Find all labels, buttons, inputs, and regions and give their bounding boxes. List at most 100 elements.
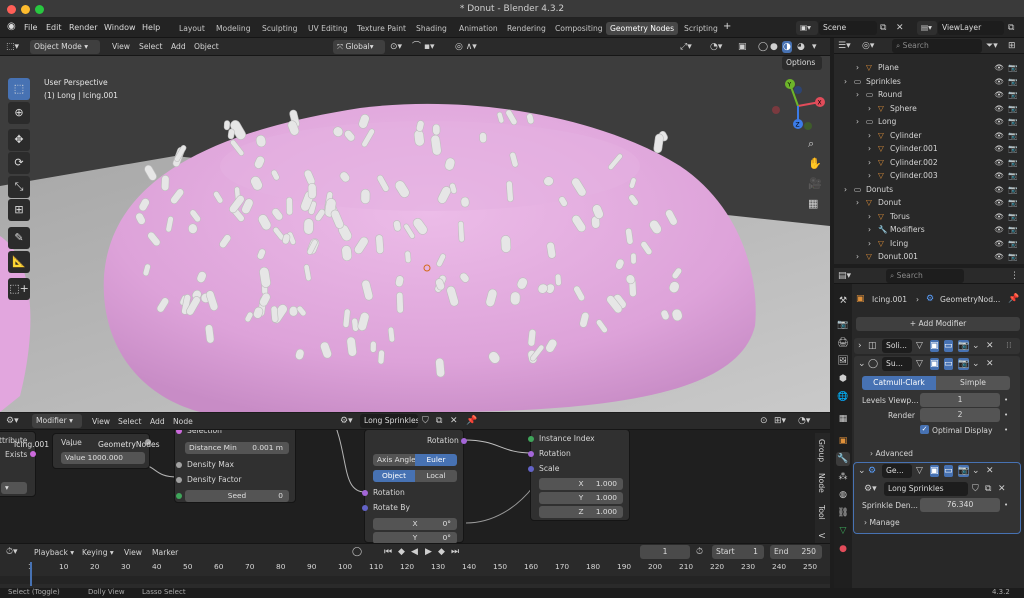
tool-tab-icon[interactable]: ⚒ bbox=[836, 294, 850, 308]
render-camera-icon[interactable]: 📷 bbox=[1008, 250, 1017, 264]
gn-realtime-icon[interactable]: ▭ bbox=[944, 465, 953, 477]
sidebar-tab-view[interactable]: V bbox=[817, 533, 826, 538]
subsurf-modifier-panel[interactable]: ⌄ ◯ Su... ▽ ▣ ▭ 📷 ⌄ ✕ Catmull-Clark Simp… bbox=[854, 356, 1020, 468]
duplicate-tree-icon[interactable]: ⧉ bbox=[436, 415, 442, 427]
scene-name-field[interactable]: Scene bbox=[819, 21, 877, 35]
constraints-tab-icon[interactable]: ⛓ bbox=[836, 506, 850, 520]
timeline-menu-marker[interactable]: Marker bbox=[152, 548, 178, 557]
display-mode-icon[interactable]: ◎▾ bbox=[862, 40, 874, 52]
snap-options-icon[interactable]: ⊞▾ bbox=[774, 415, 786, 427]
gn-menu-icon[interactable]: ⌄ bbox=[972, 465, 980, 477]
menu-render[interactable]: Render bbox=[69, 23, 97, 32]
editor-type-properties-icon[interactable]: ▤▾ bbox=[838, 270, 851, 282]
expand-arrow-icon[interactable]: › bbox=[858, 340, 862, 352]
sidebar-tab-tool[interactable]: Tool bbox=[817, 505, 826, 520]
view-layer-field[interactable]: ViewLayer bbox=[938, 21, 1004, 35]
scale-x-field[interactable]: X 1.000 bbox=[539, 478, 623, 490]
render-levels-field[interactable]: 2 bbox=[920, 408, 1000, 422]
modifier-tab-icon[interactable]: 🔧 bbox=[836, 452, 850, 466]
add-cube-tool[interactable]: ⬚+ bbox=[8, 278, 30, 300]
gn-render-icon[interactable]: 📷 bbox=[958, 465, 970, 477]
menu-file[interactable]: File bbox=[24, 23, 37, 32]
duplicate-view-layer-icon[interactable]: ⧉ bbox=[1008, 22, 1014, 34]
editor-type-timeline-icon[interactable]: ⏱▾ bbox=[6, 546, 18, 558]
auto-keying-icon[interactable]: ◯ bbox=[352, 546, 362, 558]
node-menu-add[interactable]: Add bbox=[150, 417, 165, 426]
tab-rendering[interactable]: Rendering bbox=[503, 22, 550, 35]
outliner-row[interactable]: › ▽ Donut.001 👁 📷 bbox=[834, 247, 1024, 261]
camera-view-icon[interactable]: 🎥 bbox=[808, 178, 822, 190]
particles-tab-icon[interactable]: ⁂ bbox=[836, 470, 850, 484]
timeline-menu-keying[interactable]: Keying ▾ bbox=[82, 548, 114, 557]
view-layer-selector-icon[interactable]: ▤▾ bbox=[917, 21, 937, 35]
snap-icon[interactable]: ⌒ ▪▾ bbox=[412, 41, 434, 53]
node-tree-type-icon[interactable]: ⚙▾ bbox=[340, 415, 353, 427]
properties-search-input[interactable]: ⌕ Search bbox=[886, 269, 964, 283]
pin-icon[interactable]: 📌 bbox=[466, 415, 477, 427]
new-collection-icon[interactable]: ⊞ bbox=[1008, 40, 1016, 52]
rotate-rotation-node[interactable]: Rotation Axis Angle Euler Object Local R… bbox=[362, 429, 467, 543]
viewport-menu-add[interactable]: Add bbox=[171, 42, 186, 51]
subsurf-realtime-icon[interactable]: ▭ bbox=[944, 358, 953, 370]
tab-compositing[interactable]: Compositing bbox=[551, 22, 607, 35]
editor-type-3d-icon[interactable]: ⬚▾ bbox=[6, 41, 19, 53]
shading-material-icon[interactable]: ◑ bbox=[782, 41, 792, 53]
zoom-view-icon[interactable]: ⌕ bbox=[808, 138, 814, 150]
breadcrumb-modifier[interactable]: GeometryNodes bbox=[98, 440, 160, 449]
measure-tool[interactable]: 📐 bbox=[8, 251, 30, 273]
sidebar-tab-node[interactable]: Node bbox=[817, 473, 826, 493]
tab-layout[interactable]: Layout bbox=[175, 22, 209, 35]
minimize-window-button[interactable] bbox=[21, 5, 30, 14]
navigation-gizmo[interactable]: X Y Z bbox=[768, 76, 828, 136]
scene-tab-icon[interactable]: ⬢ bbox=[836, 372, 850, 386]
unlink-tree-icon[interactable]: ✕ bbox=[450, 415, 458, 427]
gn-editmode-icon[interactable]: ▣ bbox=[930, 465, 939, 477]
play-reverse-icon[interactable]: ◀ bbox=[411, 546, 418, 558]
instance-scale-socket[interactable] bbox=[528, 466, 534, 472]
node-overlays-icon[interactable]: ◔▾ bbox=[798, 415, 810, 427]
rotate-x-field[interactable]: X 0° bbox=[373, 518, 457, 530]
move-tool[interactable]: ✥ bbox=[8, 129, 30, 151]
proportional-edit-icon[interactable]: ◎ ∧▾ bbox=[455, 41, 477, 53]
tab-sculpting[interactable]: Sculpting bbox=[258, 22, 301, 35]
overlays-icon[interactable]: ◔▾ bbox=[710, 41, 722, 53]
subsurf-menu-icon[interactable]: ⌄ bbox=[972, 358, 980, 370]
snap-nodes-icon[interactable]: ⊙ bbox=[760, 415, 768, 427]
menu-window[interactable]: Window bbox=[104, 23, 136, 32]
add-modifier-button[interactable]: + Add Modifier bbox=[856, 317, 1020, 331]
exists-socket[interactable] bbox=[30, 451, 36, 457]
properties-pin-icon[interactable]: 📌 bbox=[1008, 293, 1019, 305]
simple-button[interactable]: Simple bbox=[936, 376, 1010, 390]
timeline-menu-view[interactable]: View bbox=[124, 548, 142, 557]
object-tab-icon[interactable]: ▣ bbox=[836, 434, 850, 448]
outliner-row[interactable]: › ▽ Plane 👁 📷 bbox=[834, 58, 1024, 72]
subsurf-name-field[interactable]: Su... bbox=[882, 357, 912, 371]
attribute-type-dropdown[interactable]: ▾ bbox=[1, 482, 27, 494]
end-frame-field[interactable]: End 250 bbox=[770, 545, 822, 559]
seed-field[interactable]: Seed 0 bbox=[185, 490, 289, 502]
menu-edit[interactable]: Edit bbox=[46, 23, 62, 32]
jump-end-icon[interactable]: ⏭ bbox=[451, 546, 459, 558]
optimal-display-checkbox[interactable]: ✓ bbox=[920, 425, 929, 434]
node-group-icon[interactable]: ⚙▾ bbox=[864, 483, 877, 495]
outliner-row[interactable]: › ▭ Round 👁 📷 bbox=[834, 85, 1024, 99]
annotate-tool[interactable]: ✎ bbox=[8, 227, 30, 249]
outliner-row[interactable]: › ▭ Donuts 👁 📷 bbox=[834, 180, 1024, 194]
timeline-track[interactable] bbox=[0, 576, 830, 584]
render-tab-icon[interactable]: 📷 bbox=[836, 318, 850, 332]
sprinkle-density-field[interactable]: 76.340 bbox=[920, 498, 1000, 512]
view-layer-tab-icon[interactable]: 🖼 bbox=[836, 354, 850, 368]
jump-start-icon[interactable]: ⏮ bbox=[384, 546, 392, 558]
add-workspace-icon[interactable]: + bbox=[723, 21, 731, 32]
transform-orientation-dropdown[interactable]: ⤧ Global▾ bbox=[333, 40, 385, 54]
node-group-field[interactable]: Long Sprinkles bbox=[884, 482, 968, 496]
blender-logo-icon[interactable]: ◉ bbox=[7, 21, 16, 32]
editor-type-outliner-icon[interactable]: ☰▾ bbox=[838, 40, 851, 52]
physics-tab-icon[interactable]: ◍ bbox=[836, 488, 850, 502]
tab-scripting[interactable]: Scripting bbox=[680, 22, 722, 35]
outliner-row[interactable]: › ▽ Cylinder.002 👁 📷 bbox=[834, 153, 1024, 167]
optimal-keyframe-dot-icon[interactable]: • bbox=[1004, 424, 1008, 436]
breadcrumb-object[interactable]: Icing.001 bbox=[14, 440, 49, 449]
close-window-button[interactable] bbox=[7, 5, 16, 14]
tab-shading[interactable]: Shading bbox=[412, 22, 451, 35]
